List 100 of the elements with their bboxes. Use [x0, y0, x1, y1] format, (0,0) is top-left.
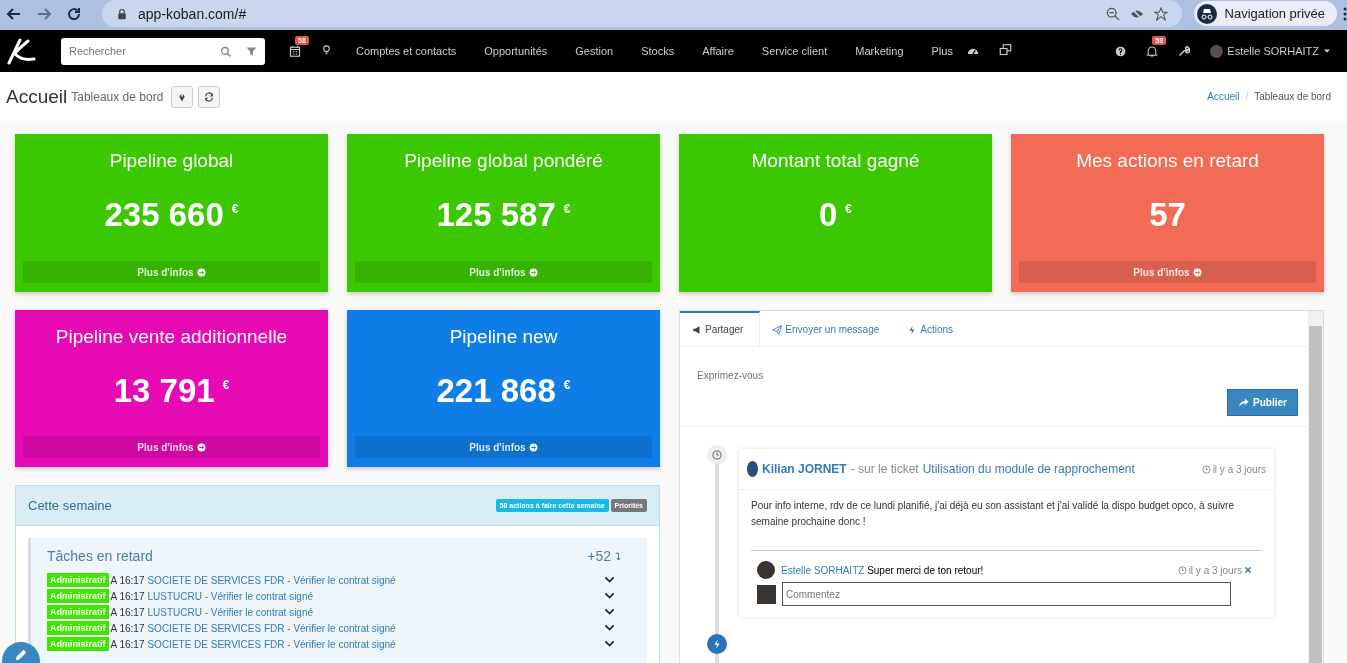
page-subtitle: Tableaux de bord: [71, 89, 164, 104]
tab[interactable]: Actions: [895, 311, 970, 346]
refresh-button[interactable]: [198, 85, 221, 108]
avatar: [747, 461, 758, 477]
breadcrumb-link[interactable]: Accueil: [1207, 91, 1240, 102]
tag: Administratif: [47, 605, 109, 619]
pin-button[interactable]: [171, 85, 194, 108]
breadcrumb-separator: /: [1245, 91, 1249, 102]
refresh-icon: [204, 91, 215, 102]
clock-icon: [1201, 464, 1211, 474]
publish-button[interactable]: Publier: [1227, 389, 1298, 416]
search-field[interactable]: Rechercher: [61, 37, 265, 65]
arrow-circle-icon: [528, 442, 538, 452]
card-value: 235 660: [104, 196, 224, 234]
author-link[interactable]: Estelle SORHAITZ: [781, 564, 865, 576]
card-title: Mes actions en retard: [1076, 150, 1259, 172]
task-link[interactable]: LUSTUCRU - Vérifier le contrat signé: [147, 606, 314, 618]
tag: Administratif: [47, 637, 109, 651]
help-icon: [1115, 45, 1127, 57]
logo-icon: [6, 37, 36, 65]
card-value: 0: [818, 196, 838, 234]
avatar: [757, 584, 776, 604]
task-time: A 16:17: [110, 574, 145, 586]
menu-item[interactable]: Comptes et contacts: [342, 45, 471, 57]
avatar: [1210, 44, 1224, 58]
task-link[interactable]: SOCIETE DE SERVICES FDR - Vérifier le contrat signé: [147, 622, 396, 634]
more-info-link[interactable]: Plus d'infos: [23, 436, 320, 458]
card-title: Pipeline global pondéré: [404, 150, 603, 172]
tag: Administratif: [47, 573, 109, 587]
section-title: Tâches en retard: [47, 548, 153, 564]
profile-button[interactable]: Navigation privée: [1193, 1, 1337, 26]
currency: €: [845, 202, 852, 216]
menu-item[interactable]: Stocks: [627, 45, 689, 57]
time-text: il y a 3 jours: [1188, 564, 1242, 576]
currency: €: [563, 202, 571, 216]
tag: Administratif: [47, 621, 109, 635]
tag: Administratif: [47, 589, 109, 603]
card-value: 125 587: [436, 196, 556, 234]
more-info-link[interactable]: Plus d'infos: [1019, 261, 1316, 283]
search-icon: [220, 45, 232, 58]
wrench-icon: [1178, 45, 1191, 57]
breadcrumb-current: Tableaux de bord: [1254, 91, 1331, 102]
card-value: 57: [1149, 196, 1186, 234]
card-title: Pipeline new: [449, 326, 558, 348]
clock-glyph-icon: [712, 450, 722, 460]
panel-title: Cette semaine: [28, 498, 112, 513]
menu-item[interactable]: Plus: [917, 45, 967, 57]
currency: €: [563, 378, 571, 392]
task-count: +52: [587, 548, 611, 564]
task-link[interactable]: SOCIETE DE SERVICES FDR - Vérifier le contrat signé: [147, 638, 396, 650]
bolt-glyph-icon: [712, 639, 722, 649]
card-value: 13 791: [113, 372, 215, 410]
share-icon: [1238, 397, 1250, 408]
more-info-link[interactable]: Plus d'infos: [355, 436, 652, 458]
caret-icon: [1323, 47, 1331, 55]
delete-icon: [1244, 566, 1252, 574]
card-title: Pipeline vente additionnelle: [55, 326, 288, 348]
post-input[interactable]: Exprimez-vous: [680, 347, 1014, 389]
comment-field[interactable]: Commentez: [782, 582, 1231, 606]
more-icon: [1343, 5, 1347, 22]
ticket-link[interactable]: Utilisation du module de rapprochement: [922, 462, 1135, 476]
card-value: 221 868: [436, 372, 556, 410]
card-title: Montant total gagné: [751, 150, 920, 172]
menu-item[interactable]: Marketing: [841, 45, 918, 57]
task-link[interactable]: LUSTUCRU - Vérifier le contrat signé: [147, 590, 314, 602]
task-time: A 16:17: [110, 622, 145, 634]
megaphone-icon: [692, 324, 702, 335]
menu-item[interactable]: Affaire: [688, 45, 748, 57]
zoom-out-icon: [1105, 6, 1120, 21]
paper-plane-icon: [772, 324, 783, 335]
address-bar[interactable]: app-koban.com/#: [102, 0, 1182, 27]
currency: €: [231, 202, 239, 216]
task-time: A 16:17: [110, 638, 145, 650]
post-body: Pour info interne, rdv de ce lundi planifié, j'ai déjà eu son assistant et j'ai validé la dispo budget opco, à suivre semaine prochaine donc !: [750, 499, 1235, 529]
task-link[interactable]: SOCIETE DE SERVICES FDR - Vérifier le contrat signé: [147, 574, 396, 586]
menu-item[interactable]: Gestion: [561, 45, 628, 57]
arrow-circle-icon: [1192, 267, 1202, 277]
filter-icon: [246, 45, 257, 57]
time-text: il y a 3 jours: [1212, 463, 1266, 475]
page-title: Accueil: [6, 85, 68, 108]
forward-icon: [36, 5, 52, 22]
lock-icon: [116, 7, 128, 20]
user-menu[interactable]: Estelle SORHAITZ: [1210, 44, 1331, 58]
arrow-circle-icon: [528, 267, 538, 277]
pencil-icon: [14, 648, 28, 662]
currency: €: [222, 378, 230, 392]
windows-icon: [998, 44, 1012, 56]
tab[interactable]: Envoyer un message: [760, 311, 896, 346]
comment-text: Estelle SORHAITZ Super merci de ton retour!: [781, 564, 984, 576]
task-time: A 16:17: [110, 606, 145, 618]
author-link[interactable]: Kilian JORNET: [762, 462, 847, 476]
tab[interactable]: Partager: [680, 311, 761, 346]
task-time: A 16:17: [110, 590, 145, 602]
scrollbar[interactable]: [1308, 311, 1323, 663]
menu-item[interactable]: Service client: [747, 45, 842, 57]
star-icon: [1153, 6, 1168, 21]
post-context: - sur le ticket: [850, 462, 919, 476]
menu-item[interactable]: Opportunités: [470, 45, 562, 57]
lightbulb-icon: [321, 44, 332, 56]
incognito-icon: [1196, 3, 1217, 24]
